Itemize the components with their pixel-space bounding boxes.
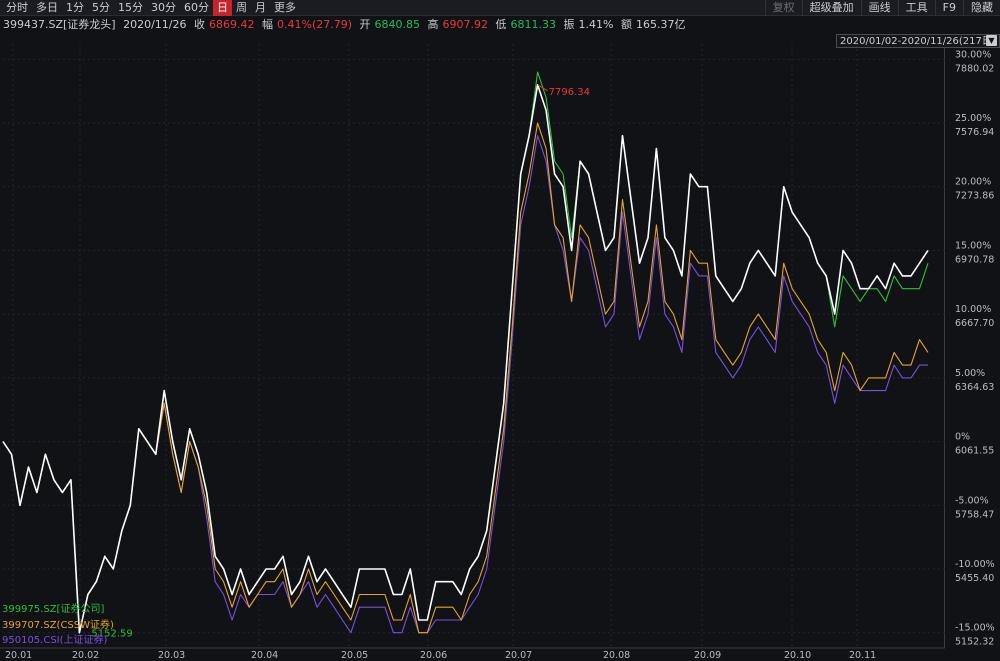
legend-entry-s2: 399707.SZ(CSSW证券) xyxy=(2,618,114,631)
x-tick-label: 20.03 xyxy=(158,650,185,661)
y-tick-price-label: 6667.70 xyxy=(955,318,994,329)
y-tick-pct-label: 15.00% xyxy=(955,240,991,251)
x-tick-label: 20.06 xyxy=(420,650,447,661)
x-tick-label: 20.09 xyxy=(694,650,721,661)
y-tick-pct-label: -10.00% xyxy=(955,559,995,570)
legend-entry-s1: 399975.SZ[证券公司] xyxy=(2,602,104,615)
series-line-s3 xyxy=(2,135,928,634)
max-value-label: 7796.34 xyxy=(549,87,590,98)
x-tick-label: 20.02 xyxy=(72,650,99,661)
y-tick-price-label: 7880.02 xyxy=(955,63,994,74)
x-tick-label: 20.08 xyxy=(603,650,630,661)
x-tick-label: 20.01 xyxy=(5,650,32,661)
y-tick-price-label: 5455.40 xyxy=(955,573,994,584)
series-line-main xyxy=(2,84,929,634)
y-tick-pct-label: 0% xyxy=(955,432,970,443)
x-tick-label: 20.04 xyxy=(251,650,278,661)
y-tick-price-label: 6970.78 xyxy=(955,254,994,265)
y-tick-price-label: 6061.55 xyxy=(955,446,994,457)
y-tick-price-label: 5152.32 xyxy=(955,637,994,648)
overlay-line-chart: 30.00% 7880.02 25.00% 7576.94 20.00% 7273.86 1… xyxy=(0,44,995,661)
x-tick-label: 20.05 xyxy=(341,650,368,661)
legend-entry-s3: 950105.CSI(上证证券) xyxy=(2,633,108,646)
y-tick-pct-label: 25.00% xyxy=(955,113,991,124)
y-tick-pct-label: -5.00% xyxy=(955,495,989,506)
y-tick-price-label: 7273.86 xyxy=(955,191,994,202)
y-tick-pct-label: 5.00% xyxy=(955,368,985,379)
y-tick-pct-label: 30.00% xyxy=(955,49,991,60)
y-tick-pct-label: -15.00% xyxy=(955,623,995,634)
y-tick-price-label: 6364.63 xyxy=(955,382,994,393)
x-tick-label: 20.07 xyxy=(505,650,532,661)
x-tick-label: 20.11 xyxy=(849,650,876,661)
y-tick-pct-label: 10.00% xyxy=(955,304,991,315)
y-tick-price-label: 7576.94 xyxy=(955,127,994,138)
series-line-s1 xyxy=(2,71,929,634)
y-tick-pct-label: 20.00% xyxy=(955,177,991,188)
y-tick-price-label: 5758.47 xyxy=(955,509,994,520)
x-tick-label: 20.10 xyxy=(784,650,811,661)
